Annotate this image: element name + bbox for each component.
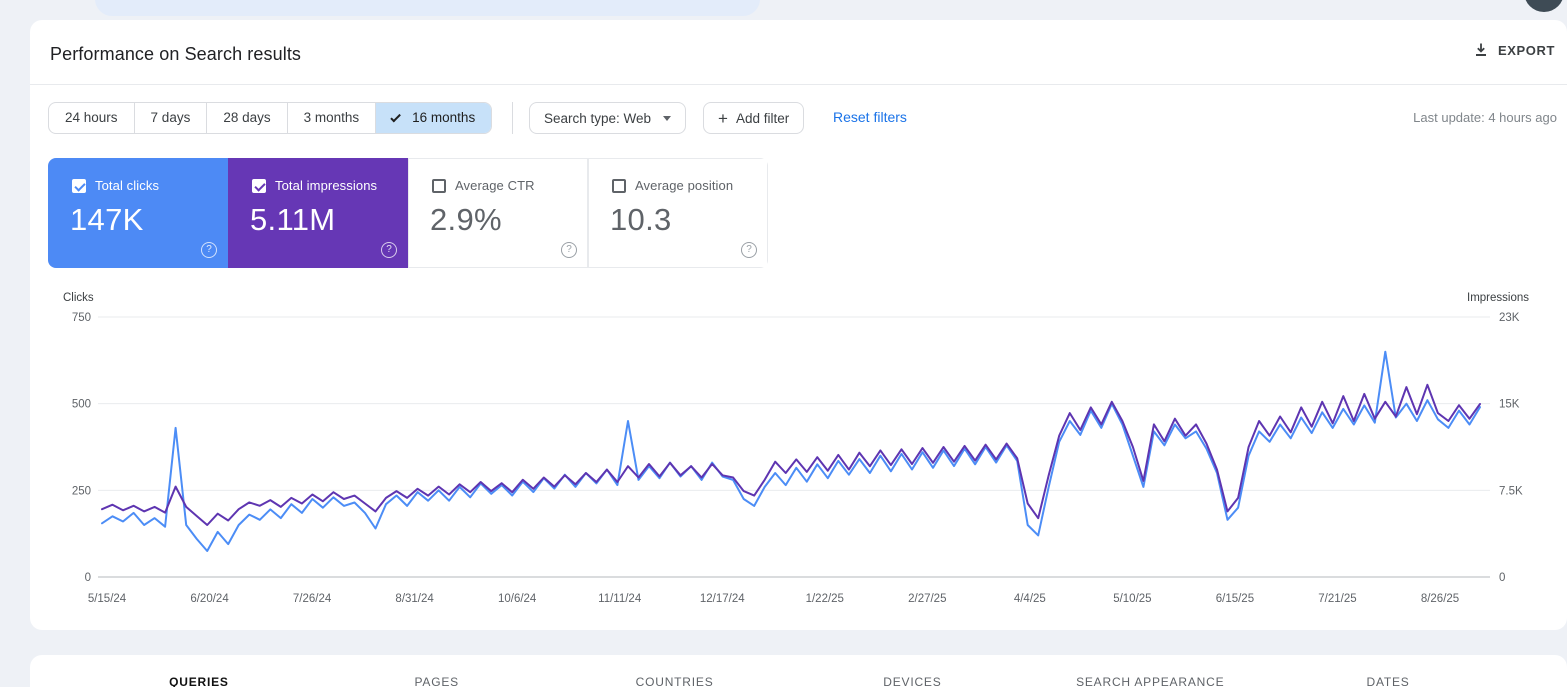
svg-text:5/15/24: 5/15/24 bbox=[88, 593, 127, 605]
search-input[interactable] bbox=[95, 0, 760, 16]
metric-label: Average CTR bbox=[455, 178, 535, 193]
metric-value: 147K bbox=[70, 202, 144, 237]
tab-devices[interactable]: DEVICES bbox=[793, 675, 1031, 687]
average-ctr-card[interactable]: Average CTR 2.9% ? bbox=[408, 158, 588, 268]
checkbox[interactable] bbox=[72, 178, 86, 193]
svg-text:15K: 15K bbox=[1499, 399, 1520, 411]
svg-text:500: 500 bbox=[72, 399, 91, 411]
export-button[interactable]: EXPORT bbox=[1473, 42, 1555, 58]
svg-text:23K: 23K bbox=[1499, 312, 1520, 324]
svg-text:2/27/25: 2/27/25 bbox=[908, 593, 946, 605]
add-filter-button[interactable]: + Add filter bbox=[703, 102, 805, 134]
svg-text:250: 250 bbox=[72, 485, 91, 497]
date-range-24-hours[interactable]: 24 hours bbox=[49, 103, 134, 133]
svg-text:4/4/25: 4/4/25 bbox=[1014, 593, 1046, 605]
date-range-group: 24 hours 7 days 28 days 3 months 16 mont… bbox=[48, 102, 493, 134]
reset-filters-link[interactable]: Reset filters bbox=[833, 109, 907, 125]
svg-text:7/21/25: 7/21/25 bbox=[1318, 593, 1356, 605]
help-icon[interactable]: ? bbox=[381, 242, 397, 258]
export-label: EXPORT bbox=[1497, 42, 1555, 58]
total-clicks-card[interactable]: Total clicks 147K ? bbox=[48, 158, 228, 268]
svg-text:6/20/24: 6/20/24 bbox=[190, 593, 229, 605]
date-range-16-months[interactable]: 16 months bbox=[375, 103, 492, 133]
check-icon bbox=[390, 111, 402, 122]
performance-card: Performance on Search results EXPORT 24 … bbox=[30, 20, 1567, 630]
add-filter-label: Add filter bbox=[735, 110, 790, 126]
filter-row: 24 hours 7 days 28 days 3 months 16 mont… bbox=[48, 102, 1557, 134]
last-update-text: Last update: 4 hours ago bbox=[1413, 110, 1557, 125]
date-range-3-months[interactable]: 3 months bbox=[286, 103, 376, 133]
svg-text:750: 750 bbox=[72, 312, 91, 324]
date-range-label: 3 months bbox=[303, 110, 360, 125]
dimension-tabs: QUERIES PAGES COUNTRIES DEVICES SEARCH A… bbox=[30, 655, 1567, 687]
svg-text:0: 0 bbox=[1499, 572, 1505, 584]
average-position-card[interactable]: Average position 10.3 ? bbox=[588, 158, 768, 268]
tab-pages[interactable]: PAGES bbox=[318, 675, 556, 687]
svg-text:12/17/24: 12/17/24 bbox=[700, 593, 745, 605]
svg-text:7.5K: 7.5K bbox=[1499, 485, 1523, 497]
checkbox[interactable] bbox=[252, 178, 266, 193]
search-type-label: Search type: Web bbox=[544, 110, 652, 126]
metric-label: Total impressions bbox=[275, 178, 378, 193]
tab-dates[interactable]: DATES bbox=[1269, 675, 1507, 687]
help-icon[interactable]: ? bbox=[561, 242, 577, 258]
metric-value: 2.9% bbox=[430, 202, 502, 237]
performance-chart[interactable]: 750 23K 500 15K 250 7.5K 0 0 5/15/24 6/20/24 7/26/… bbox=[30, 300, 1567, 625]
dimensions-card: QUERIES PAGES COUNTRIES DEVICES SEARCH A… bbox=[30, 655, 1567, 687]
svg-text:11/11/24: 11/11/24 bbox=[598, 593, 642, 605]
divider bbox=[30, 84, 1567, 85]
tab-search-appearance[interactable]: SEARCH APPEARANCE bbox=[1031, 675, 1269, 687]
metric-label: Average position bbox=[635, 178, 734, 193]
checkbox[interactable] bbox=[612, 178, 626, 193]
metrics-row: Total clicks 147K ? Total impressions 5.… bbox=[48, 158, 768, 268]
date-range-label: 24 hours bbox=[65, 110, 118, 125]
svg-text:8/31/24: 8/31/24 bbox=[395, 593, 434, 605]
download-icon bbox=[1473, 42, 1489, 58]
svg-text:10/6/24: 10/6/24 bbox=[498, 593, 537, 605]
total-impressions-card[interactable]: Total impressions 5.11M ? bbox=[228, 158, 408, 268]
svg-text:6/15/25: 6/15/25 bbox=[1216, 593, 1254, 605]
divider bbox=[512, 102, 513, 134]
tab-queries[interactable]: QUERIES bbox=[80, 675, 318, 687]
date-range-label: 7 days bbox=[150, 110, 191, 125]
tab-countries[interactable]: COUNTRIES bbox=[556, 675, 794, 687]
svg-text:7/26/24: 7/26/24 bbox=[293, 593, 332, 605]
date-range-7-days[interactable]: 7 days bbox=[133, 103, 207, 133]
metric-value: 5.11M bbox=[250, 202, 336, 237]
svg-text:1/22/25: 1/22/25 bbox=[806, 593, 844, 605]
date-range-label: 16 months bbox=[412, 110, 476, 125]
svg-text:5/10/25: 5/10/25 bbox=[1113, 593, 1151, 605]
avatar[interactable] bbox=[1524, 0, 1564, 12]
svg-text:0: 0 bbox=[85, 572, 91, 584]
date-range-28-days[interactable]: 28 days bbox=[206, 103, 286, 133]
page-title: Performance on Search results bbox=[50, 44, 302, 64]
help-icon[interactable]: ? bbox=[741, 242, 757, 258]
metric-value: 10.3 bbox=[610, 202, 672, 237]
help-icon[interactable]: ? bbox=[201, 242, 217, 258]
date-range-label: 28 days bbox=[223, 110, 271, 125]
chevron-down-icon bbox=[663, 115, 672, 121]
search-type-dropdown[interactable]: Search type: Web bbox=[529, 102, 687, 134]
checkbox[interactable] bbox=[432, 178, 446, 193]
plus-icon: + bbox=[718, 108, 728, 128]
metric-label: Total clicks bbox=[95, 178, 160, 193]
svg-text:8/26/25: 8/26/25 bbox=[1421, 593, 1459, 605]
